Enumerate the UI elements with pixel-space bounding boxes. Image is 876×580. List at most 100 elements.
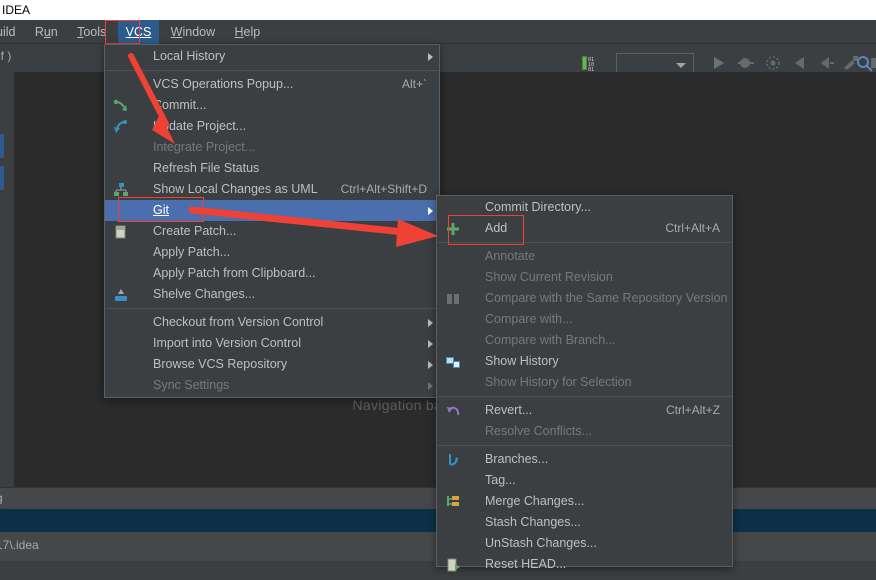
menu-separator [438, 242, 731, 243]
menu-item-branches[interactable]: Branches... [437, 449, 732, 470]
left-tool-window-strip[interactable] [0, 72, 14, 487]
menu-item-reset-head[interactable]: Reset HEAD... [437, 554, 732, 575]
menu-item-local-history[interactable]: Local History [105, 46, 439, 67]
menu-item-update-project[interactable]: Update Project... [105, 116, 439, 137]
menu-item-label: Merge Changes... [485, 494, 584, 508]
menu-item-show-local-changes-as-uml[interactable]: Show Local Changes as UML Ctrl+Alt+Shift… [105, 179, 439, 200]
menu-item-label: Show Local Changes as UML [153, 182, 318, 196]
menu-item-label: Commit... [153, 98, 206, 112]
menu-help[interactable]: Help [227, 20, 269, 44]
menu-vcs[interactable]: VCS [118, 20, 160, 44]
menu-window[interactable]: Window [163, 20, 223, 44]
chevron-down-icon [676, 63, 686, 68]
menu-item-git[interactable]: Git [105, 200, 439, 221]
menu-item-label: Tag... [485, 473, 516, 487]
chevron-right-icon [428, 340, 433, 348]
tool-window-tab-project[interactable] [0, 134, 4, 158]
menu-item-stash-changes[interactable]: Stash Changes... [437, 512, 732, 533]
menu-run[interactable]: Run [27, 20, 66, 44]
menu-item-label: VCS Operations Popup... [153, 77, 293, 91]
database-icon[interactable]: 01 10 01 [578, 53, 598, 73]
commit-icon [113, 98, 129, 114]
menu-item-commit-directory[interactable]: Commit Directory... [437, 197, 732, 218]
merge-icon [445, 494, 461, 510]
window-title: IDEA [2, 3, 30, 17]
menu-item-label: Stash Changes... [485, 515, 581, 529]
menu-item-import-into-version-control[interactable]: Import into Version Control [105, 333, 439, 354]
profile-icon[interactable] [790, 53, 810, 73]
menu-item-label: Create Patch... [153, 224, 236, 238]
debug-icon[interactable] [736, 53, 756, 73]
menu-item-label: UnStash Changes... [485, 536, 597, 550]
revert-icon [445, 403, 461, 419]
menu-item-label: Sync Settings [153, 378, 229, 392]
menu-item-compare-with-branch: Compare with Branch... [437, 330, 732, 351]
menu-item-label: Revert... [485, 403, 532, 417]
chevron-right-icon [428, 207, 433, 215]
menu-item-create-patch[interactable]: Create Patch... [105, 221, 439, 242]
menu-item-label: Show History for Selection [485, 375, 632, 389]
menu-item-label: Browse VCS Repository [153, 357, 287, 371]
menu-item-browse-vcs-repository[interactable]: Browse VCS Repository [105, 354, 439, 375]
menu-item-refresh-file-status[interactable]: Refresh File Status [105, 158, 439, 179]
menu-item-checkout-from-version-control[interactable]: Checkout from Version Control [105, 312, 439, 333]
menu-item-label: Add [485, 221, 507, 235]
menu-item-annotate: Annotate [437, 246, 732, 267]
menu-item-label: Compare with... [485, 312, 573, 326]
menu-item-compare-with-same-repository-version: Compare with the Same Repository Version [437, 288, 732, 309]
main-menu-bar[interactable]: uild Run Tools VCS Window Help [0, 20, 876, 44]
menu-item-tag[interactable]: Tag... [437, 470, 732, 491]
chevron-right-icon [428, 53, 433, 61]
editor-vertical-scrollbar[interactable] [864, 72, 876, 487]
search-everywhere-icon[interactable] [854, 53, 874, 73]
menu-item-label: Shelve Changes... [153, 287, 255, 301]
menu-item-shelve-changes[interactable]: Shelve Changes... [105, 284, 439, 305]
menu-separator [106, 70, 438, 71]
menu-item-label: Integrate Project... [153, 140, 255, 154]
menu-item-git-add[interactable]: Add Ctrl+Alt+A [437, 218, 732, 239]
menu-item-integrate-project: Integrate Project... [105, 137, 439, 158]
menu-item-show-history[interactable]: Show History [437, 351, 732, 372]
menu-item-label: Git [153, 203, 169, 217]
menu-item-label: Resolve Conflicts... [485, 424, 592, 438]
git-submenu[interactable]: Commit Directory... Add Ctrl+Alt+A Annot… [436, 195, 733, 567]
menu-item-label: Branches... [485, 452, 548, 466]
menu-item-label: Import into Version Control [153, 336, 301, 350]
coverage-icon[interactable] [763, 53, 783, 73]
run-icon[interactable] [708, 53, 728, 73]
menu-item-label: Local History [153, 49, 225, 63]
menu-item-show-history-for-selection: Show History for Selection [437, 372, 732, 393]
breadcrumb: nf ) [0, 49, 11, 63]
menu-tools[interactable]: Tools [69, 20, 114, 44]
attach-icon[interactable] [816, 53, 836, 73]
status-bar-path: 17\.idea [0, 538, 39, 552]
menu-item-vcs-operations-popup[interactable]: VCS Operations Popup... Alt+` [105, 74, 439, 95]
update-project-icon [113, 119, 129, 135]
menu-build[interactable]: uild [0, 20, 23, 44]
menu-item-revert[interactable]: Revert... Ctrl+Alt+Z [437, 400, 732, 421]
menu-item-commit[interactable]: Commit... [105, 95, 439, 116]
menu-item-label: Annotate [485, 249, 535, 263]
menu-item-resolve-conflicts: Resolve Conflicts... [437, 421, 732, 442]
menu-item-label: Show Current Revision [485, 270, 613, 284]
menu-item-compare-with: Compare with... [437, 309, 732, 330]
history-icon [445, 354, 461, 370]
window-title-bar: IDEA [0, 0, 876, 20]
menu-item-unstash-changes[interactable]: UnStash Changes... [437, 533, 732, 554]
reset-icon [445, 557, 461, 573]
tool-window-tab-structure[interactable] [0, 166, 4, 190]
menu-item-apply-patch[interactable]: Apply Patch... [105, 242, 439, 263]
vcs-dropdown-menu[interactable]: Local History VCS Operations Popup... Al… [104, 44, 440, 398]
tool-window-label: g [0, 491, 3, 505]
menu-item-label: Checkout from Version Control [153, 315, 323, 329]
menu-item-label: Apply Patch... [153, 245, 230, 259]
menu-item-apply-patch-from-clipboard[interactable]: Apply Patch from Clipboard... [105, 263, 439, 284]
uml-icon [113, 182, 129, 198]
menu-item-label: Refresh File Status [153, 161, 259, 175]
menu-separator [438, 445, 731, 446]
shelve-icon [113, 287, 129, 303]
add-plus-icon [445, 221, 461, 237]
menu-item-shortcut: Ctrl+Alt+A [665, 218, 720, 239]
menu-item-label: Show History [485, 354, 559, 368]
menu-item-merge-changes[interactable]: Merge Changes... [437, 491, 732, 512]
